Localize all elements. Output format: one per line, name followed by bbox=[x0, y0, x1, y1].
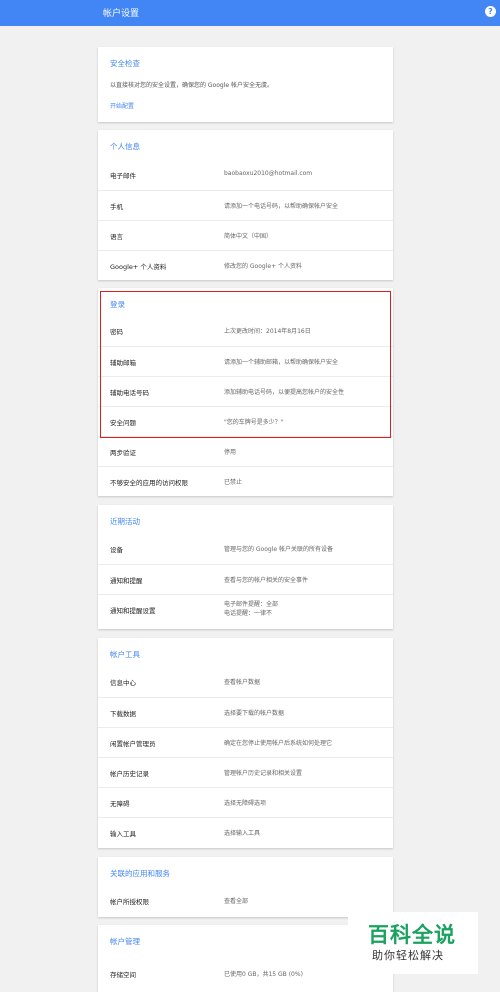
help-icon[interactable]: ? bbox=[485, 6, 496, 17]
row-label: 电子邮件 bbox=[110, 172, 136, 180]
watermark-logo: 百科全说 bbox=[368, 923, 456, 947]
row-devices[interactable]: 设备 管理与您的 Google 帐户关联的所有设备 bbox=[98, 534, 393, 564]
row-label: 辅助电话号码 bbox=[110, 389, 149, 397]
row-value: 请添加一个电话号码，以帮助确保帐户安全 bbox=[224, 203, 339, 210]
row-value: 简体中文（中国） bbox=[224, 233, 273, 240]
row-notification-settings[interactable]: 通知和提醒设置 电子邮件提醒：全部 电话提醒：一律不 bbox=[98, 594, 393, 629]
row-label: 通知和提醒设置 bbox=[110, 607, 156, 615]
recent-activity-title: 近期活动 bbox=[110, 517, 140, 526]
row-value: 选择输入工具 bbox=[224, 830, 261, 837]
row-value: 已禁止 bbox=[224, 479, 243, 486]
row-value: 电子邮件提醒：全部 电话提醒：一律不 bbox=[224, 600, 278, 618]
row-label: 安全问题 bbox=[110, 419, 136, 427]
row-value: 停用 bbox=[224, 449, 237, 456]
row-value: "您的车牌号是多少？" bbox=[224, 419, 284, 426]
row-label: 语言 bbox=[110, 233, 123, 241]
row-less-secure-apps[interactable]: 不够安全的应用的访问权限 已禁止 bbox=[98, 466, 393, 496]
row-label: 存储空间 bbox=[110, 971, 136, 979]
row-label: 不够安全的应用的访问权限 bbox=[110, 479, 188, 487]
phone-alerts-text: 电话提醒：一律不 bbox=[224, 610, 273, 617]
row-label: 下载数据 bbox=[110, 710, 136, 718]
row-value: 管理与您的 Google 帐户关联的所有设备 bbox=[224, 546, 333, 553]
row-phone[interactable]: 手机 请添加一个电话号码，以帮助确保帐户安全 bbox=[98, 190, 393, 221]
row-label: 闲置帐户管理员 bbox=[110, 740, 156, 748]
connected-apps-title: 关联的应用和服务 bbox=[110, 869, 170, 878]
row-input-tools[interactable]: 输入工具 选择输入工具 bbox=[98, 817, 393, 848]
personal-info-title: 个人信息 bbox=[110, 142, 140, 151]
row-value: 确定在您停止使用帐户后系统如何处理它 bbox=[224, 740, 333, 747]
row-value: 选择无障碍选项 bbox=[224, 800, 267, 807]
row-value: 查看全部 bbox=[224, 898, 249, 905]
top-bar: 帐户设置 ? bbox=[0, 0, 500, 26]
page-title: 帐户设置 bbox=[103, 9, 140, 19]
signin-card: 登录 密码 上次更改时间：2014年8月16日 辅助邮箱 请添加一个辅助邮箱，以… bbox=[98, 288, 393, 496]
row-label: 输入工具 bbox=[110, 830, 136, 838]
row-recovery-email[interactable]: 辅助邮箱 请添加一个辅助邮箱，以帮助确保帐户安全 bbox=[98, 346, 393, 377]
security-check-card: 安全检查 以直接核对您的安全设置，确保您的 Google 帐户安全无虞。 开始配… bbox=[98, 47, 393, 122]
row-accessibility[interactable]: 无障碍 选择无障碍选项 bbox=[98, 787, 393, 818]
row-value: 修改您的 Google+ 个人资料 bbox=[224, 263, 303, 270]
row-value: 上次更改时间：2014年8月16日 bbox=[224, 328, 311, 335]
row-label: 设备 bbox=[110, 546, 123, 554]
row-value: 添加辅助电话号码，以便提高您帐户的安全性 bbox=[224, 389, 345, 396]
row-value: 查看帐户数据 bbox=[224, 679, 261, 686]
row-label: 手机 bbox=[110, 203, 123, 211]
row-label: 无障碍 bbox=[110, 800, 130, 808]
row-label: 两步验证 bbox=[110, 449, 136, 457]
row-security-question[interactable]: 安全问题 "您的车牌号是多少？" bbox=[98, 406, 393, 437]
row-label: 密码 bbox=[110, 328, 123, 336]
row-label: 帐户历史记录 bbox=[110, 770, 149, 778]
row-label: 辅助邮箱 bbox=[110, 359, 136, 367]
row-label: 通知和提醒 bbox=[110, 577, 143, 585]
account-tools-title: 帐户工具 bbox=[110, 650, 140, 659]
row-password[interactable]: 密码 上次更改时间：2014年8月16日 bbox=[98, 316, 393, 346]
row-value: 查看与您的帐户相关的安全事件 bbox=[224, 577, 309, 584]
watermark-slogan: 助你轻松解决 bbox=[372, 949, 444, 962]
account-management-title: 帐户管理 bbox=[110, 937, 140, 946]
row-recovery-phone[interactable]: 辅助电话号码 添加辅助电话号码，以便提高您帐户的安全性 bbox=[98, 376, 393, 407]
row-language[interactable]: 语言 简体中文（中国） bbox=[98, 220, 393, 251]
row-label: 帐户所授权限 bbox=[110, 898, 149, 906]
row-value: baobaoxu2010@hotmail.com bbox=[224, 170, 313, 177]
row-label: 信息中心 bbox=[110, 679, 136, 687]
row-account-history[interactable]: 帐户历史记录 管理帐户历史记录和相关设置 bbox=[98, 757, 393, 788]
row-notifications[interactable]: 通知和提醒 查看与您的帐户相关的安全事件 bbox=[98, 564, 393, 595]
recent-activity-card: 近期活动 设备 管理与您的 Google 帐户关联的所有设备 通知和提醒 查看与… bbox=[98, 505, 393, 629]
row-email[interactable]: 电子邮件 baobaoxu2010@hotmail.com bbox=[98, 160, 393, 190]
security-check-title: 安全检查 bbox=[110, 59, 140, 68]
row-dashboard[interactable]: 信息中心 查看帐户数据 bbox=[98, 667, 393, 697]
account-tools-card: 帐户工具 信息中心 查看帐户数据 下载数据 选择要下载的帐户数据 闲置帐户管理员… bbox=[98, 638, 393, 848]
personal-info-card: 个人信息 电子邮件 baobaoxu2010@hotmail.com 手机 请添… bbox=[98, 130, 393, 280]
row-label: Google+ 个人资料 bbox=[110, 263, 167, 271]
start-setup-link[interactable]: 开始配置 bbox=[110, 101, 134, 110]
email-alerts-text: 电子邮件提醒：全部 bbox=[224, 601, 279, 608]
row-google-plus-profile[interactable]: Google+ 个人资料 修改您的 Google+ 个人资料 bbox=[98, 250, 393, 280]
row-download-data[interactable]: 下载数据 选择要下载的帐户数据 bbox=[98, 697, 393, 728]
row-value: 管理帐户历史记录和相关设置 bbox=[224, 770, 303, 777]
row-value: 已使用0 GB，共15 GB (0%) bbox=[224, 971, 303, 978]
security-check-description: 以直接核对您的安全设置，确保您的 Google 帐户安全无虞。 bbox=[110, 82, 273, 89]
row-value: 请添加一个辅助邮箱，以帮助确保帐户安全 bbox=[224, 359, 339, 366]
row-inactive-account-manager[interactable]: 闲置帐户管理员 确定在您停止使用帐户后系统如何处理它 bbox=[98, 727, 393, 758]
signin-title: 登录 bbox=[110, 300, 125, 309]
row-value: 选择要下载的帐户数据 bbox=[224, 710, 285, 717]
connected-apps-card: 关联的应用和服务 帐户所授权限 查看全部 bbox=[98, 857, 393, 917]
baike-watermark: 百科全说 助你轻松解决 bbox=[348, 912, 478, 974]
row-two-step-verification[interactable]: 两步验证 停用 bbox=[98, 436, 393, 467]
